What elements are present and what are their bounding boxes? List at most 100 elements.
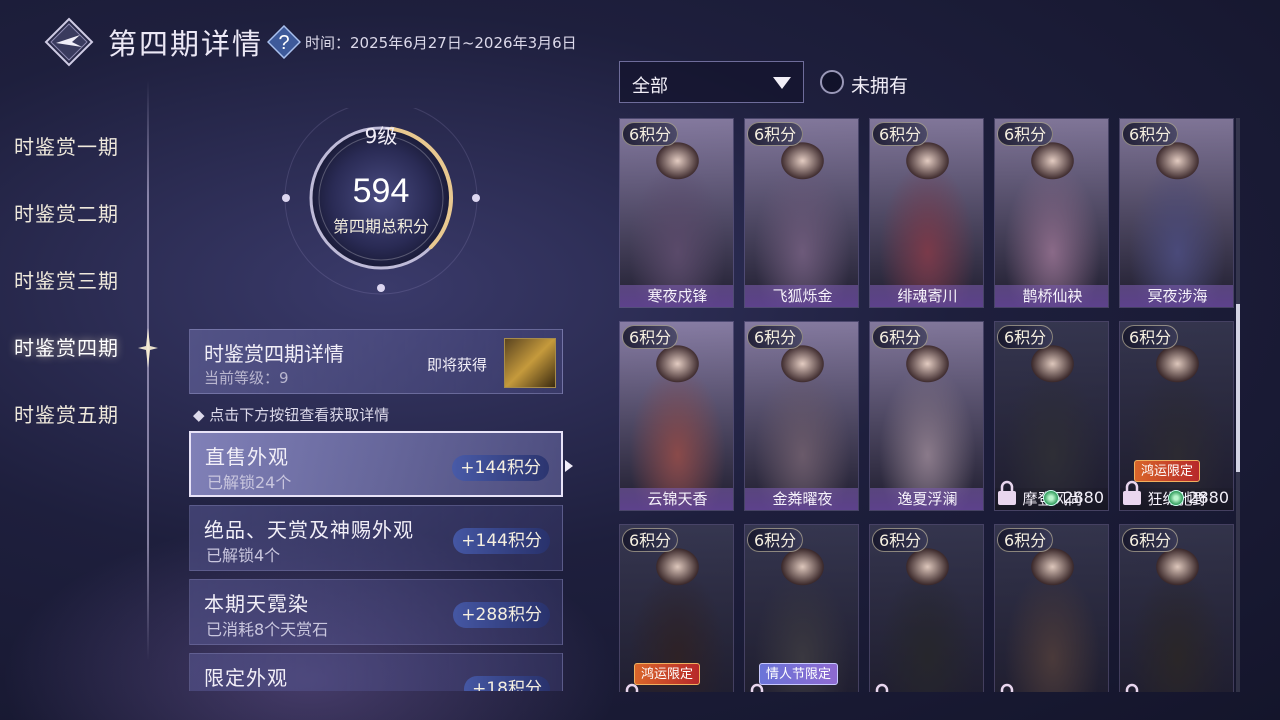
outfit-card[interactable]: 6积分鸿运限定狂纵驰野2880 [1119, 321, 1234, 511]
category-subtitle: 已解锁24个 [207, 473, 292, 492]
score-ring: 9级 594 第四期总积分 [256, 108, 506, 308]
category-title: 本期天霓染 [204, 592, 309, 616]
sidebar-item-season-3[interactable]: 时鉴赏三期 [14, 246, 154, 313]
outfit-card[interactable]: 6积分飞狐烁金 [744, 118, 859, 308]
outfit-figure [995, 119, 1108, 307]
price: 2880 [918, 691, 979, 692]
sidebar-item-season-5[interactable]: 时鉴赏五期 [14, 380, 154, 447]
points-badge: 6积分 [872, 325, 929, 349]
back-arrow-icon [44, 17, 94, 67]
outfit-card[interactable]: 6积分 2880 [869, 524, 984, 692]
outfit-card[interactable]: 6积分 金粦曜夜 [744, 321, 859, 511]
current-level: 当前等级：9 [204, 369, 289, 387]
season-detail-card[interactable]: 时鉴赏四期详情 当前等级：9 即将获得 [189, 329, 563, 394]
scroll-thumb[interactable] [1236, 304, 1240, 472]
category-points: +144积分 [452, 455, 549, 481]
price: 2880 [1043, 488, 1104, 507]
points-badge: 6积分 [622, 528, 679, 552]
selected-arrow-icon [565, 460, 573, 472]
outfit-name: 冥夜涉海 [1120, 285, 1233, 307]
not-owned-radio[interactable] [820, 70, 844, 94]
lock-icon [1125, 683, 1139, 692]
sidebar-item-season-1[interactable]: 时鉴赏一期 [14, 112, 154, 179]
outfit-figure [620, 322, 733, 510]
category-direct-sale[interactable]: 直售外观 已解锁24个 +144积分 [189, 431, 563, 497]
outfit-figure [745, 119, 858, 307]
jade-currency-icon [1043, 489, 1060, 506]
outfit-card[interactable]: 6积分摩登风尚2880 [994, 321, 1109, 511]
outfit-figure [745, 322, 858, 510]
outfit-card[interactable]: 6积分鸿运限定 2880 [619, 524, 734, 692]
outfit-card[interactable]: 6积分 云锦天香 [619, 321, 734, 511]
sidebar-item-label: 时鉴赏三期 [14, 269, 119, 293]
category-list: 直售外观 已解锁24个 +144积分 绝品、天赏及神赐外观 已解锁4个 +144… [189, 431, 565, 691]
category-subtitle: 已消耗8个天赏石 [206, 620, 329, 639]
points-badge: 6积分 [747, 325, 804, 349]
outfit-card[interactable]: 6积分 2880 [1119, 524, 1234, 692]
limited-tag: 鸿运限定 [1134, 460, 1201, 482]
outfit-figure [1120, 119, 1233, 307]
outfit-card[interactable]: 6积分 绯魂寄川 [869, 118, 984, 308]
header: 第四期详情 ? 时间：2025年6月27日~2026年3月6日 [44, 14, 577, 70]
outfit-card[interactable]: 6积分逸夏浮澜 [869, 321, 984, 511]
outfit-name: 绯魂寄川 [870, 285, 983, 307]
price: 2880 [668, 691, 729, 692]
outfit-card[interactable]: 6积分寒夜戍锋 [619, 118, 734, 308]
points-badge: 6积分 [997, 528, 1054, 552]
points-badge: 6积分 [1122, 528, 1179, 552]
reward-item-icon[interactable] [504, 338, 556, 388]
total-score: 594 [352, 172, 410, 210]
chevron-down-icon [773, 77, 791, 89]
sidebar-item-label: 时鉴赏一期 [14, 135, 119, 159]
category-premium[interactable]: 绝品、天赏及神赐外观 已解锁4个 +144积分 [189, 505, 563, 571]
points-badge: 6积分 [997, 122, 1054, 146]
sidebar-item-label: 时鉴赏四期 [14, 336, 119, 360]
time-range: 时间：2025年6月27日~2026年3月6日 [305, 33, 577, 52]
points-badge: 6积分 [747, 122, 804, 146]
outfit-card[interactable]: 6积分 鹊桥仙袂 [994, 118, 1109, 308]
grid-scrollbar[interactable] [1236, 118, 1240, 692]
lock-icon [750, 683, 764, 692]
hint-text: ◆ 点击下方按钮查看获取详情 [193, 406, 390, 424]
season-sidebar: 时鉴赏一期 时鉴赏二期 时鉴赏三期 时鉴赏四期 时鉴赏五期 [14, 112, 154, 447]
price: 2880 [1168, 488, 1229, 507]
category-title: 直售外观 [205, 445, 289, 469]
outfit-card[interactable]: 6积分商城 [994, 524, 1109, 692]
points-badge: 6积分 [872, 528, 929, 552]
category-points: +288积分 [453, 602, 550, 628]
price-value: 2880 [688, 691, 729, 692]
back-button[interactable] [44, 17, 94, 67]
points-badge: 6积分 [622, 325, 679, 349]
sidebar-item-season-4[interactable]: 时鉴赏四期 [14, 313, 154, 380]
outfit-figure [870, 322, 983, 510]
outfit-figure [870, 119, 983, 307]
outfit-name: 寒夜戍锋 [620, 285, 733, 307]
category-dye[interactable]: 本期天霓染 已消耗8个天赏石 +288积分 [189, 579, 563, 645]
outfit-grid: 6积分 寒夜戍锋 6积分 飞狐烁金 6积分 绯魂寄川 6积分 鹊桥仙袂 6积分 冥夜涉海 6积分 云锦… [619, 118, 1239, 692]
outfit-name: 逸夏浮澜 [870, 488, 983, 510]
category-title: 限定外观 [204, 666, 288, 690]
help-icon[interactable]: ? [267, 25, 302, 59]
points-badge: 6积分 [997, 325, 1054, 349]
outfit-card[interactable]: 6积分 冥夜涉海 [1119, 118, 1234, 308]
shop-label: 商城 [1072, 689, 1102, 692]
filter-dropdown[interactable]: 全部 [619, 61, 804, 103]
limited-tag: 鸿运限定 [634, 663, 701, 685]
price-value: 2880 [1188, 691, 1229, 692]
price-value: 2880 [1188, 488, 1229, 507]
sidebar-item-season-2[interactable]: 时鉴赏二期 [14, 179, 154, 246]
category-points: +18积分 [464, 676, 550, 691]
outfit-name: 飞狐烁金 [745, 285, 858, 307]
category-limited[interactable]: 限定外观 +18积分 [189, 653, 563, 691]
outfit-figure [620, 119, 733, 307]
points-badge: 6积分 [622, 122, 679, 146]
detail-title: 时鉴赏四期详情 [204, 342, 344, 366]
points-badge: 6积分 [1122, 325, 1179, 349]
not-owned-label: 未拥有 [851, 75, 909, 97]
score-caption: 第四期总积分 [332, 217, 429, 236]
price-value: 2880 [938, 691, 979, 692]
sidebar-item-label: 时鉴赏二期 [14, 202, 119, 226]
lock-icon [1123, 480, 1141, 505]
jade-currency-icon [1168, 489, 1185, 506]
outfit-card[interactable]: 6积分情人节限定商城 [744, 524, 859, 692]
